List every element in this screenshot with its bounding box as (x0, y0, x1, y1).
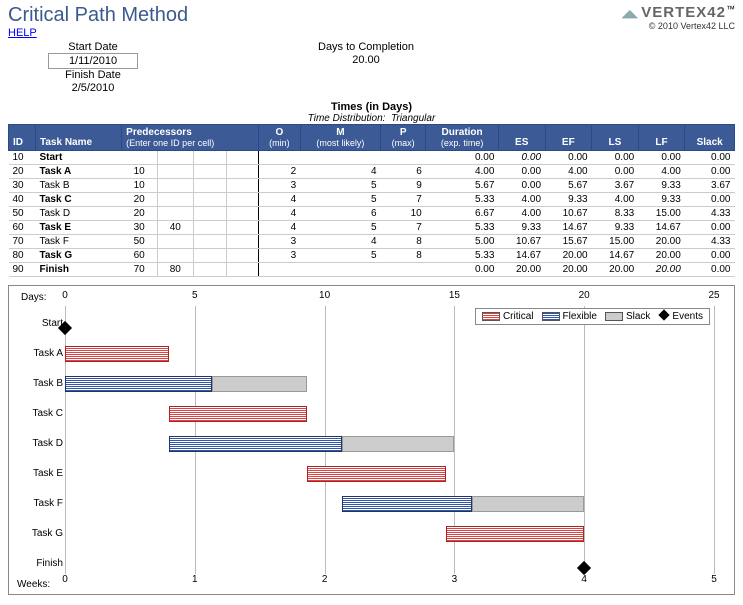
day-tick: 10 (319, 290, 330, 301)
gantt-row: Task D (15, 432, 714, 462)
day-tick: 20 (579, 290, 590, 301)
event-marker (577, 561, 591, 575)
start-date-value[interactable]: 1/11/2010 (48, 53, 138, 69)
logo-icon: ◢◣ (621, 8, 638, 20)
critical-bar (65, 346, 169, 362)
col-id: ID (9, 125, 36, 151)
days-completion-label: Days to Completion (318, 41, 414, 53)
table-row[interactable]: 60Task E30404575.339.3314.679.3314.670.0… (9, 221, 735, 235)
times-sub: Time Distribution: Triangular (8, 113, 735, 124)
gantt-row: Task A (15, 342, 714, 372)
flexible-bar (169, 436, 342, 452)
table-row[interactable]: 20Task A102464.000.004.000.004.000.00 (9, 165, 735, 179)
col-pred: Predecessors(Enter one ID per cell) (122, 125, 259, 151)
slack-bar (342, 436, 454, 452)
gantt-row-label: Finish (15, 558, 63, 569)
critical-bar (446, 526, 584, 542)
table-row[interactable]: 10Start0.000.000.000.000.000.00 (9, 151, 735, 165)
col-lf: LF (638, 125, 685, 151)
critical-bar (169, 406, 307, 422)
col-o: O(min) (259, 125, 301, 151)
gantt-row-label: Task C (15, 408, 63, 419)
finish-date-value: 2/5/2010 (48, 81, 138, 95)
gantt-row: Start (15, 312, 714, 342)
logo-block: ◢◣ VERTEX42™ © 2010 Vertex42 LLC (621, 4, 735, 31)
gantt-row-label: Task D (15, 438, 63, 449)
task-table: ID Task Name Predecessors(Enter one ID p… (8, 124, 735, 277)
finish-date-label: Finish Date (48, 69, 138, 81)
table-row[interactable]: 50Task D2046106.674.0010.678.3315.004.33 (9, 207, 735, 221)
table-row[interactable]: 70Task F503485.0010.6715.6715.0020.004.3… (9, 235, 735, 249)
col-ls: LS (592, 125, 639, 151)
gantt-row: Task C (15, 402, 714, 432)
col-dur: Duration(exp. time) (426, 125, 499, 151)
table-row[interactable]: 90Finish70800.0020.0020.0020.0020.000.00 (9, 263, 735, 277)
table-row[interactable]: 80Task G603585.3314.6720.0014.6720.000.0… (9, 249, 735, 263)
gantt-row: Task B (15, 372, 714, 402)
days-completion-value: 20.00 (321, 53, 411, 67)
gantt-row: Task F (15, 492, 714, 522)
col-ef: EF (545, 125, 592, 151)
help-link[interactable]: HELP (8, 27, 37, 39)
copyright: © 2010 Vertex42 LLC (621, 21, 735, 31)
gantt-row-label: Task A (15, 348, 63, 359)
gantt-chart: Days: Weeks: 0510152025 012345 Critical … (8, 285, 735, 595)
gantt-row-label: Task F (15, 498, 63, 509)
gantt-row-label: Task B (15, 378, 63, 389)
slack-bar (472, 496, 584, 512)
start-date-label: Start Date (48, 41, 138, 53)
col-slack: Slack (685, 125, 735, 151)
table-row[interactable]: 40Task C204575.334.009.334.009.330.00 (9, 193, 735, 207)
logo-tm: ™ (726, 4, 735, 14)
table-row[interactable]: 30Task B103595.670.005.673.679.333.67 (9, 179, 735, 193)
gantt-row-label: Task E (15, 468, 63, 479)
page-title: Critical Path Method (8, 4, 188, 27)
col-es: ES (498, 125, 545, 151)
day-tick: 5 (192, 290, 198, 301)
col-p: P(max) (381, 125, 426, 151)
gantt-row: Task G (15, 522, 714, 552)
day-tick: 0 (62, 290, 68, 301)
flexible-bar (342, 496, 472, 512)
flexible-bar (65, 376, 212, 392)
days-axis-label: Days: (21, 292, 47, 303)
critical-bar (307, 466, 446, 482)
logo-text: VERTEX42 (641, 4, 726, 21)
day-tick: 15 (449, 290, 460, 301)
day-tick: 25 (708, 290, 719, 301)
gantt-row-label: Start (15, 318, 63, 329)
col-m: M(most likely) (300, 125, 380, 151)
gantt-row-label: Task G (15, 528, 63, 539)
gantt-row: Task E (15, 462, 714, 492)
times-title: Times (in Days) (8, 101, 735, 113)
gantt-row: Finish (15, 552, 714, 582)
col-name: Task Name (35, 125, 121, 151)
slack-bar (212, 376, 307, 392)
